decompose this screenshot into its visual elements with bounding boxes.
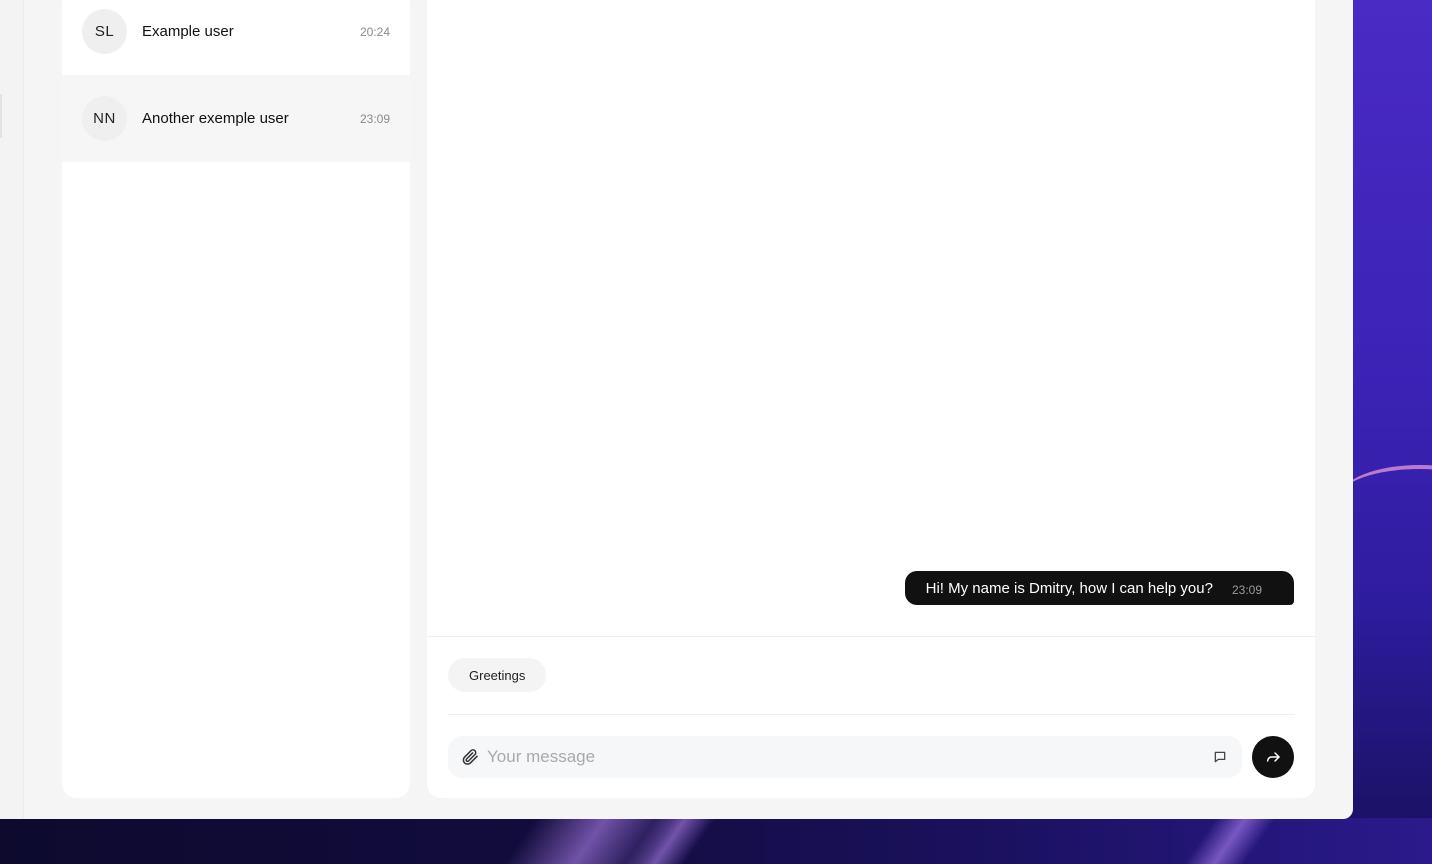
contact-name: Another exemple user [142, 110, 289, 127]
paperclip-icon[interactable] [460, 747, 480, 767]
contact-time: 20:24 [359, 24, 390, 39]
send-button[interactable] [1252, 736, 1294, 778]
contact-time: 23:09 [359, 111, 390, 126]
message-time: 23:09 [1231, 582, 1262, 597]
divider [427, 636, 1315, 637]
message-square-icon[interactable] [1212, 749, 1228, 765]
avatar: NN [82, 96, 127, 141]
rail-handle[interactable] [0, 94, 2, 138]
quick-reply-chip[interactable]: Greetings [448, 658, 547, 692]
message-composer [448, 736, 1242, 778]
contact-item[interactable]: SL Example user 20:24 [62, 0, 410, 75]
message-bubble: Hi! My name is Dmitry, how I can help yo… [904, 571, 1294, 605]
forward-arrow-icon [1265, 749, 1281, 765]
avatar: SL [82, 9, 127, 54]
message-text: Hi! My name is Dmitry, how I can help yo… [925, 579, 1213, 597]
message-input[interactable] [487, 747, 1212, 767]
chat-panel: Hi! My name is Dmitry, how I can help yo… [427, 0, 1315, 798]
left-rail [0, 0, 24, 819]
contact-name: Example user [142, 23, 234, 40]
contact-item[interactable]: NN Another exemple user 23:09 [62, 75, 410, 162]
divider [448, 714, 1295, 715]
app-window: SL Example user 20:24 NN Another exemple… [0, 0, 1353, 819]
contacts-panel: SL Example user 20:24 NN Another exemple… [62, 0, 410, 798]
